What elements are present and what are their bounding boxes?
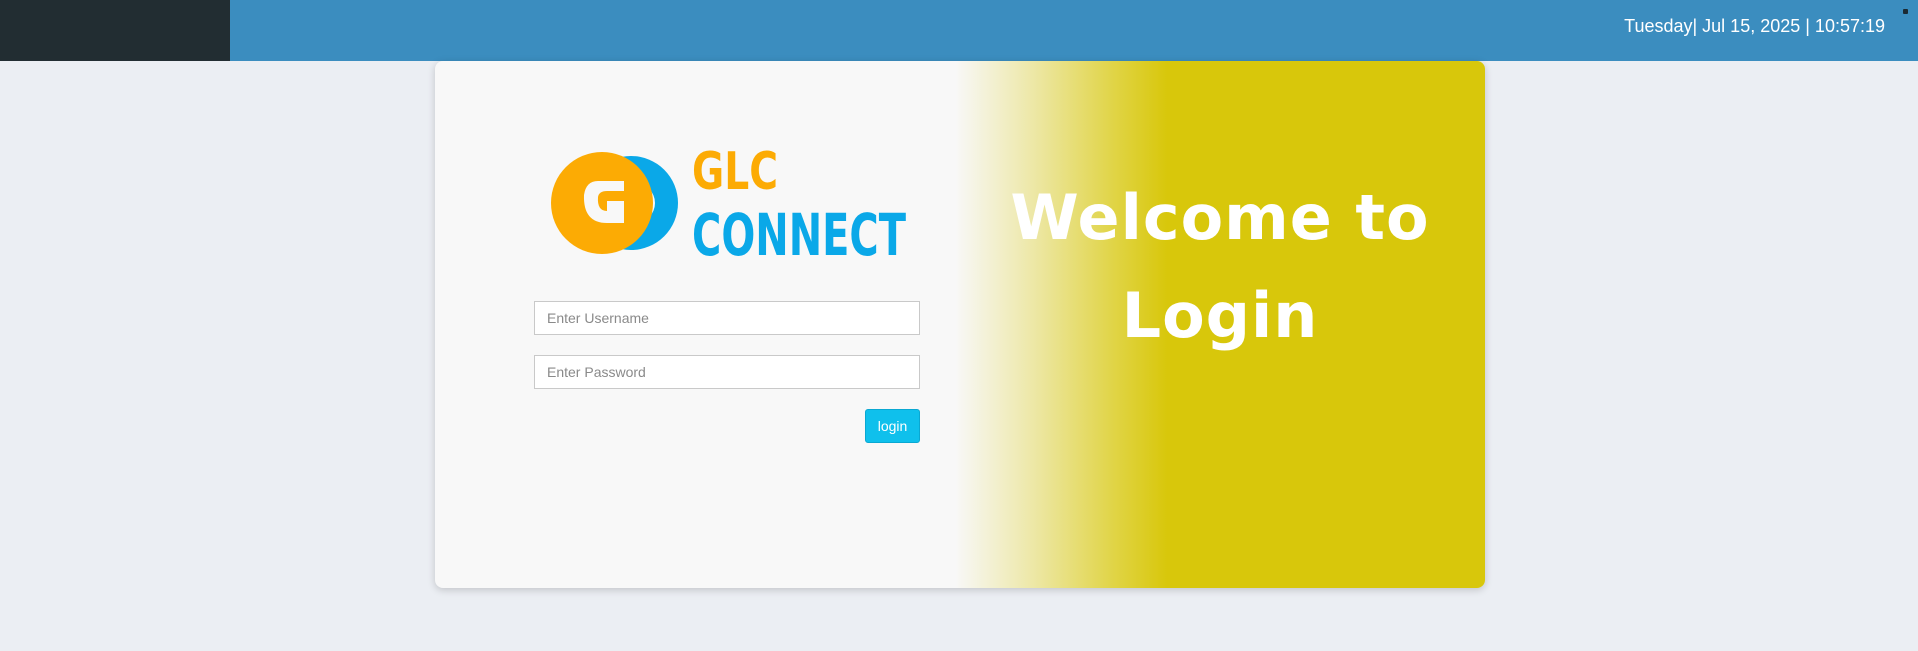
login-button[interactable]: login (865, 409, 920, 443)
welcome-line-2: Login (1121, 279, 1319, 352)
logo-text-glc: GLC (692, 142, 778, 202)
welcome-heading: Welcome to Login (955, 169, 1485, 365)
logo-text-connect: CONNECT (692, 201, 906, 261)
datetime-display: Tuesday| Jul 15, 2025 | 10:57:19 (1624, 16, 1885, 36)
welcome-line-1: Welcome to (1010, 181, 1430, 254)
password-input[interactable] (534, 355, 920, 389)
corner-dot-icon (1903, 9, 1908, 14)
top-navbar: Tuesday| Jul 15, 2025 | 10:57:19 (0, 0, 1918, 61)
login-card: GLC CONNECT login Welcome to Login (435, 61, 1485, 588)
sidebar-brand-area (0, 0, 230, 61)
glc-connect-logo: GLC CONNECT (551, 142, 906, 261)
logo-orange-g-icon (551, 152, 653, 254)
login-form-pane: GLC CONNECT login (435, 61, 960, 588)
username-input[interactable] (534, 301, 920, 335)
